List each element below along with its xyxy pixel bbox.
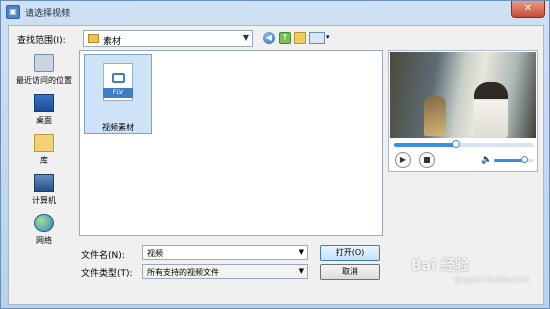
place-label: 计算机 [32, 196, 56, 205]
file-list[interactable]: FLV 视频素材 [79, 50, 383, 236]
recent-places-icon [34, 54, 54, 72]
network-icon [34, 214, 54, 232]
camera-icon [112, 73, 125, 83]
filetype-label: 文件类型(T): [81, 269, 133, 279]
filename-value: 视频 [147, 249, 163, 258]
chevron-down-icon[interactable]: ▼ [299, 248, 304, 256]
close-button[interactable]: ✕ [511, 1, 545, 18]
place-label: 网络 [36, 236, 52, 245]
place-label: 库 [40, 156, 48, 165]
watermark-url: jingyan.baidu.com [455, 275, 529, 284]
look-in-dropdown[interactable]: 素材 ▼ [83, 30, 253, 47]
title-bar: ▣ 请选择视频 ✕ [1, 1, 549, 23]
video-preview-pane: ▶ 🔈 [388, 50, 538, 172]
back-icon[interactable]: ◀ [263, 32, 275, 44]
watermark-main: Bai 经验 [411, 258, 469, 274]
desktop-icon [34, 94, 54, 112]
volume-handle[interactable] [521, 156, 528, 163]
file-dialog-window: ▣ 请选择视频 ✕ 查找范围(I): 素材 ▼ ◀ ↑ ▾ 最近访问的位置 桌面 [0, 0, 550, 309]
place-label: 桌面 [36, 116, 52, 125]
cancel-button[interactable]: 取消 [320, 264, 380, 280]
seek-slider[interactable] [394, 140, 534, 148]
seek-progress [394, 143, 456, 147]
look-in-value: 素材 [103, 37, 122, 47]
baidu-watermark: Bai 经验 jingyan.baidu.com [411, 255, 541, 295]
window-title: 请选择视频 [25, 9, 71, 19]
filetype-value: 所有支持的视频文件 [147, 268, 219, 277]
play-button[interactable]: ▶ [395, 152, 411, 168]
place-network[interactable]: 网络 [13, 214, 75, 246]
volume-level [494, 159, 524, 162]
view-menu-arrow-icon[interactable]: ▾ [326, 33, 330, 41]
place-computer[interactable]: 计算机 [13, 174, 75, 206]
video-figure [424, 96, 446, 136]
video-person [474, 82, 508, 138]
view-menu-icon[interactable] [309, 32, 325, 44]
new-folder-icon[interactable] [294, 32, 306, 44]
filetype-select[interactable]: 所有支持的视频文件 ▼ [142, 264, 308, 279]
place-desktop[interactable]: 桌面 [13, 94, 75, 126]
place-label: 最近访问的位置 [16, 76, 72, 85]
file-badge: FLV [103, 88, 133, 98]
flv-file-icon: FLV [103, 63, 133, 101]
video-select-icon: ▣ [6, 5, 20, 19]
computer-icon [34, 174, 54, 192]
file-name: 视频素材 [102, 123, 134, 132]
seek-handle[interactable] [451, 140, 460, 148]
open-button[interactable]: 打开(O) [320, 245, 380, 261]
filename-label: 文件名(N): [81, 251, 125, 261]
volume-icon[interactable]: 🔈 [481, 155, 492, 165]
place-library[interactable]: 库 [13, 134, 75, 166]
library-icon [34, 134, 54, 152]
places-bar: 最近访问的位置 桌面 库 计算机 网络 [13, 50, 75, 262]
look-in-label: 查找范围(I): [17, 36, 66, 46]
video-thumbnail [390, 52, 536, 138]
filename-input[interactable]: 视频 ▼ [142, 245, 308, 260]
folder-icon [88, 34, 99, 43]
stop-button[interactable] [419, 152, 435, 168]
stop-icon [424, 157, 430, 163]
file-item[interactable]: FLV 视频素材 [84, 54, 152, 134]
volume-slider[interactable] [494, 156, 534, 163]
place-recent[interactable]: 最近访问的位置 [13, 54, 75, 86]
up-folder-icon[interactable]: ↑ [279, 32, 291, 44]
chevron-down-icon: ▼ [242, 33, 249, 42]
chevron-down-icon[interactable]: ▼ [299, 267, 304, 275]
